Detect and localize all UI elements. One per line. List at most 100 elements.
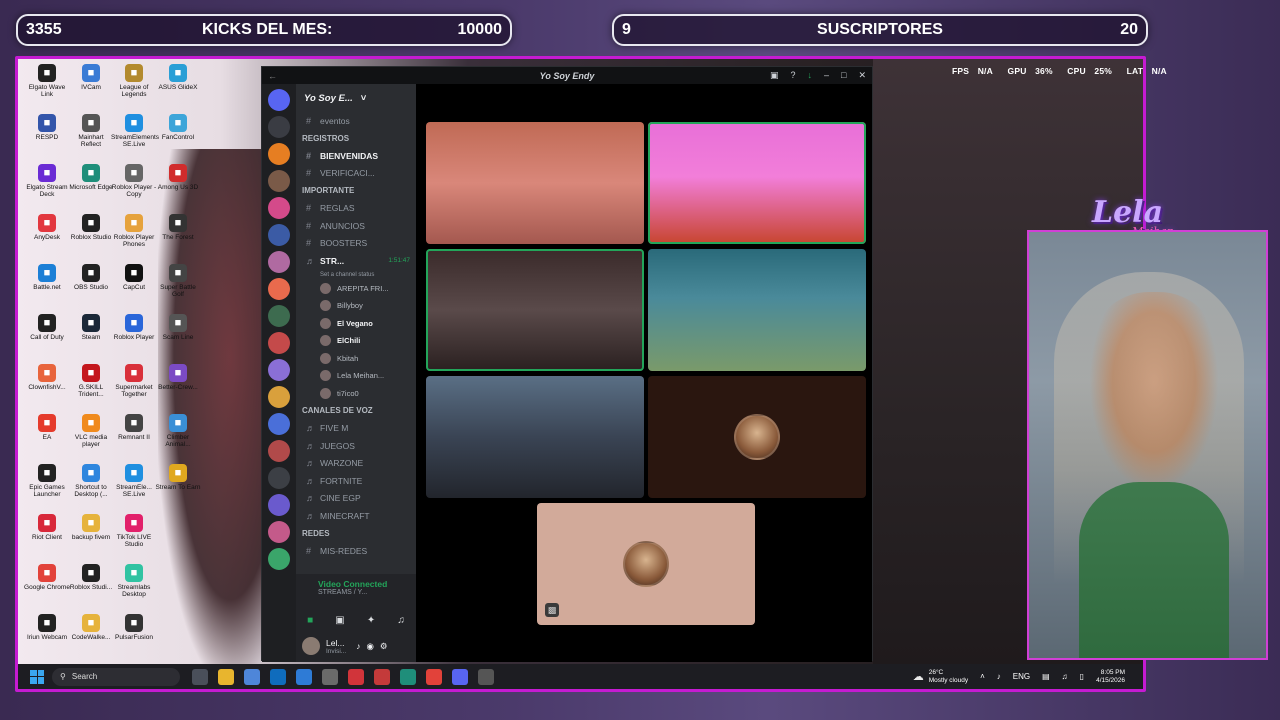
channel-item[interactable]: # BOOSTERS	[296, 235, 416, 253]
settings-gear-icon[interactable]: ⚙	[380, 641, 388, 652]
video-tile-4[interactable]	[648, 249, 866, 371]
desktop-icon[interactable]: ■ CapCut	[111, 264, 157, 291]
clock[interactable]: 8:05 PM 4/15/2026	[1096, 669, 1125, 685]
battery-icon[interactable]: ▯	[1080, 672, 1084, 681]
taskbar-app-icon[interactable]	[270, 668, 286, 685]
desktop-icon[interactable]: ■ Streamlabs Desktop	[111, 564, 157, 598]
server-icon[interactable]	[268, 548, 290, 570]
volume-icon[interactable]: ♫	[1062, 672, 1068, 681]
chevron-down-icon[interactable]: ˅	[361, 93, 367, 104]
server-header[interactable]: Yo Soy E... ˅	[296, 84, 416, 112]
taskbar-app-icon[interactable]	[478, 668, 494, 685]
voice-channel-name[interactable]: STREAMS / Y...	[318, 589, 410, 596]
desktop-icon[interactable]: ■ G.SKILL Trident...	[68, 364, 114, 398]
server-icon[interactable]	[268, 197, 290, 219]
desktop-icon[interactable]: ■ Steam	[68, 314, 114, 341]
microphone-icon[interactable]: ♪	[356, 641, 360, 651]
server-icon[interactable]	[268, 386, 290, 408]
desktop-icon[interactable]: ■ Battle.net	[24, 264, 70, 291]
taskbar-app-icon[interactable]	[296, 668, 312, 685]
voice-user-item[interactable]: ElChili	[296, 332, 416, 350]
channel-item[interactable]: ♬ FIVE M	[296, 420, 416, 438]
desktop-icon[interactable]: ■ VLC media player	[68, 414, 114, 448]
channel-category[interactable]: REDES	[296, 525, 416, 543]
desktop-icon[interactable]: ■ PulsarFusion	[111, 614, 157, 641]
desktop-icon[interactable]: ■ Remnant II	[111, 414, 157, 441]
discord-window[interactable]: ← Yo Soy Endy ▣ ? ↓ – □ ✕ Yo Soy E... ˅ …	[261, 66, 873, 662]
video-tile-2[interactable]	[648, 122, 866, 244]
soundboard-icon[interactable]: ♫	[397, 615, 405, 626]
channel-item[interactable]: # REGLAS	[296, 200, 416, 218]
desktop-icon[interactable]: ■ backup fivem	[68, 514, 114, 541]
server-icon[interactable]	[268, 278, 290, 300]
taskbar-app-icon[interactable]	[374, 668, 390, 685]
inbox-icon[interactable]: ▣	[770, 70, 779, 81]
channel-status[interactable]: Set a channel status	[296, 270, 416, 280]
desktop-icon[interactable]: ■ Roblox Player	[111, 314, 157, 341]
desktop-icon[interactable]: ■ EA	[24, 414, 70, 441]
download-icon[interactable]: ↓	[808, 70, 813, 81]
desktop-icon[interactable]: ■ StreamEle... SE.Live	[111, 464, 157, 498]
channel-item[interactable]: # ANUNCIOS	[296, 217, 416, 235]
voice-user-item[interactable]: El Vegano	[296, 315, 416, 333]
help-icon[interactable]: ?	[790, 70, 795, 81]
desktop-icon[interactable]: ■ Stream To Earn	[155, 464, 201, 491]
server-icon[interactable]	[268, 116, 290, 138]
desktop-icon[interactable]: ■ Call of Duty	[24, 314, 70, 341]
weather-widget[interactable]: ☁ 26°C Mostly cloudy	[913, 669, 968, 685]
channel-item[interactable]: ♬ FORTNITE	[296, 472, 416, 490]
channel-item[interactable]: ♬ STR... 1:51:47	[296, 252, 416, 270]
server-icon[interactable]	[268, 440, 290, 462]
channel-category[interactable]: REGISTROS	[296, 130, 416, 148]
desktop-icon[interactable]: ■ AnyDesk	[24, 214, 70, 241]
desktop-icon[interactable]: ■ Supermarket Together	[111, 364, 157, 398]
screen-share-icon[interactable]: ▣	[335, 615, 344, 626]
desktop-icon[interactable]: ■ Among Us 3D	[155, 164, 201, 191]
voice-user-item[interactable]: Billyboy	[296, 297, 416, 315]
search-input[interactable]: ⚲ Search	[52, 667, 180, 686]
desktop-icon[interactable]: ■ Roblox Studio	[68, 214, 114, 241]
desktop-icon[interactable]: ■ Epic Games Launcher	[24, 464, 70, 498]
server-icon[interactable]	[268, 413, 290, 435]
language-indicator[interactable]: ENG	[1013, 672, 1030, 681]
channel-item[interactable]: ♬ CINE EGP	[296, 490, 416, 508]
video-tile-7[interactable]: ▩	[537, 503, 755, 625]
voice-user-item[interactable]: Kbitah	[296, 350, 416, 368]
desktop-icon[interactable]: ■ Roblox Player Phones	[111, 214, 157, 248]
microphone-tray-icon[interactable]: ♪	[997, 672, 1001, 681]
desktop-icon[interactable]: ■ Better-Crew...	[155, 364, 201, 391]
voice-user-item[interactable]: Lela Meihan...	[296, 367, 416, 385]
desktop-icon[interactable]: ■ TikTok LIVE Studio	[111, 514, 157, 548]
channel-item[interactable]: ♬ MINECRAFT	[296, 507, 416, 525]
taskbar-app-icon[interactable]	[452, 668, 468, 685]
channel-item[interactable]: # VERIFICACI...	[296, 165, 416, 183]
server-icon[interactable]	[268, 251, 290, 273]
desktop-icon[interactable]: ■ CodeWalke...	[68, 614, 114, 641]
desktop-icon[interactable]: ■ Climber Animal...	[155, 414, 201, 448]
desktop-icon[interactable]: ■ Iriun Webcam	[24, 614, 70, 641]
desktop-icon[interactable]: ■ Microsoft Edge	[68, 164, 114, 191]
desktop-icon[interactable]: ■ Super Battle Golf	[155, 264, 201, 298]
server-icon[interactable]	[268, 305, 290, 327]
channel-item[interactable]: # MIS-REDES	[296, 542, 416, 560]
chevron-up-icon[interactable]: ˄	[980, 672, 985, 681]
desktop-icon[interactable]: ■ Riot Client	[24, 514, 70, 541]
desktop-icon[interactable]: ■ IVCam	[68, 64, 114, 91]
desktop-icon[interactable]: ■ FanControl	[155, 114, 201, 141]
server-icon[interactable]	[268, 359, 290, 381]
server-icon[interactable]	[268, 143, 290, 165]
channel-category[interactable]: IMPORTANTE	[296, 182, 416, 200]
server-icon[interactable]	[268, 332, 290, 354]
desktop-icon[interactable]: ■ Elgato Stream Deck	[24, 164, 70, 198]
desktop-icon[interactable]: ■ Google Chrome	[24, 564, 70, 591]
taskbar-app-icon[interactable]	[400, 668, 416, 685]
server-icon[interactable]	[268, 224, 290, 246]
maximize-icon[interactable]: □	[841, 70, 846, 81]
activities-icon[interactable]: ✦	[367, 615, 375, 626]
server-icon[interactable]	[268, 494, 290, 516]
headphones-icon[interactable]: ◉	[366, 641, 373, 652]
desktop-icon[interactable]: ■ Shortcut to Desktop (...	[68, 464, 114, 498]
server-icon[interactable]	[268, 170, 290, 192]
discord-home-icon[interactable]	[268, 89, 290, 111]
channel-item[interactable]: # eventos	[296, 112, 416, 130]
